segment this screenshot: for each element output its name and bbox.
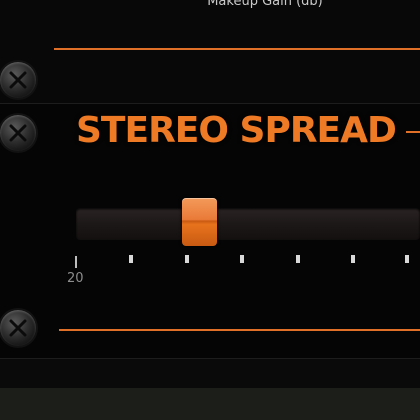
slider-tick bbox=[185, 255, 189, 263]
stereo-spread-slider-thumb[interactable] bbox=[182, 198, 217, 246]
slider-tick bbox=[129, 255, 133, 263]
next-section bbox=[0, 358, 420, 388]
plugin-panel: Makeup Gain (db) STEREO SPREAD 20 bbox=[0, 0, 420, 420]
divider bbox=[0, 358, 420, 359]
slider-tick bbox=[296, 255, 300, 263]
slider-tick bbox=[405, 255, 409, 263]
footer-strip bbox=[0, 388, 420, 420]
divider bbox=[0, 103, 420, 104]
slider-tick bbox=[240, 255, 244, 263]
makeup-gain-line bbox=[54, 48, 420, 50]
stereo-spread-title: STEREO SPREAD bbox=[76, 110, 397, 151]
screw-icon bbox=[0, 62, 36, 98]
makeup-gain-section bbox=[0, 0, 420, 103]
slider-tick bbox=[75, 256, 77, 268]
screw-icon bbox=[0, 115, 36, 151]
stereo-spread-slider-track[interactable] bbox=[76, 208, 420, 240]
next-section-line bbox=[59, 329, 420, 331]
slider-tick bbox=[351, 255, 355, 263]
screw-icon bbox=[0, 310, 36, 346]
makeup-gain-label: Makeup Gain (db) bbox=[207, 0, 323, 9]
slider-tick-label: 20 bbox=[67, 271, 84, 286]
title-line bbox=[406, 131, 420, 133]
